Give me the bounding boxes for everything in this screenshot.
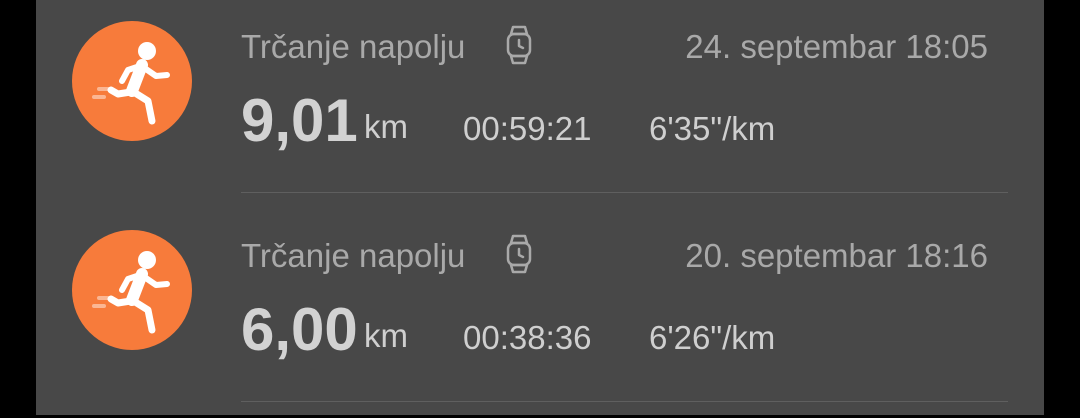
running-activity-avatar xyxy=(72,230,192,350)
watch-icon xyxy=(506,25,532,65)
running-person-icon xyxy=(92,42,170,125)
running-person-icon xyxy=(92,251,170,334)
pace-value: 6'35"/km xyxy=(649,110,776,147)
distance-value: 9,01 xyxy=(241,87,358,154)
activity-type: Trčanje napolju xyxy=(241,237,466,274)
activity-date: 20. septembar 18:16 xyxy=(685,237,988,274)
activity-date: 24. septembar 18:05 xyxy=(685,28,988,65)
activity-item[interactable]: Trčanje napolju 24. septembar 18:05 9,01… xyxy=(36,0,1044,209)
divider xyxy=(241,401,1008,402)
duration-value: 00:38:36 xyxy=(463,319,592,356)
activity-list: Trčanje napolju 24. septembar 18:05 9,01… xyxy=(36,0,1044,415)
duration-value: 00:59:21 xyxy=(463,110,592,147)
pace-value: 6'26"/km xyxy=(649,319,776,356)
watch-icon xyxy=(506,234,532,274)
distance-unit: km xyxy=(364,108,408,145)
distance-value: 6,00 xyxy=(241,296,358,363)
activity-type: Trčanje napolju xyxy=(241,28,466,65)
distance-unit: km xyxy=(364,317,408,354)
running-activity-avatar xyxy=(72,21,192,141)
activity-item[interactable]: Trčanje napolju 20. septembar 18:16 6,00… xyxy=(36,209,1044,418)
divider xyxy=(241,192,1008,193)
